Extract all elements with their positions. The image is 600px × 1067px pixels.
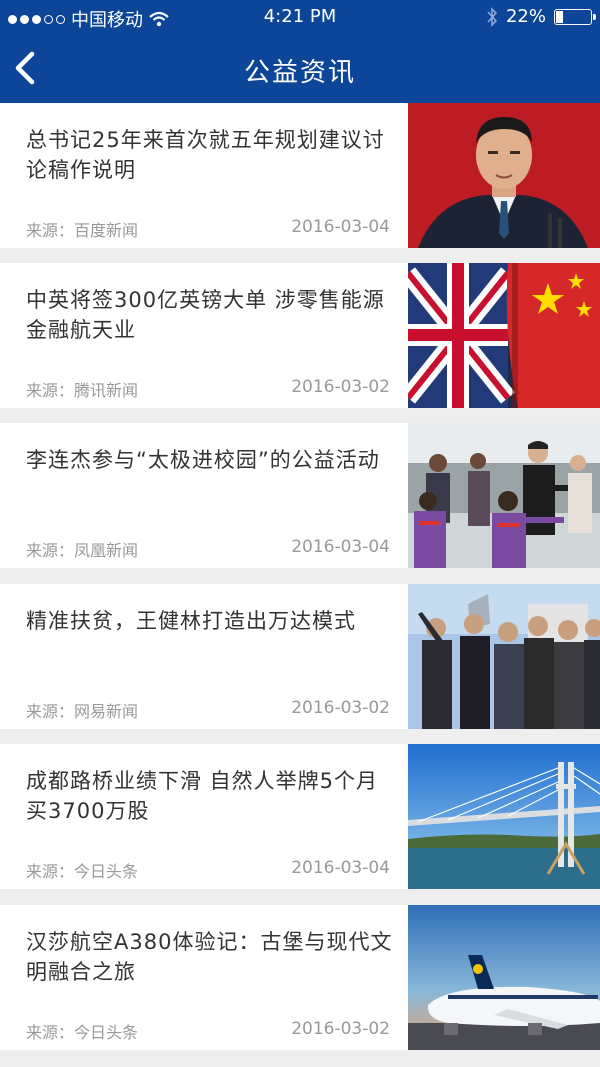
- news-title: 精准扶贫，王健林打造出万达模式: [26, 609, 356, 633]
- news-thumbnail-flags: [408, 263, 600, 408]
- news-source: 来源：今日头条: [26, 862, 139, 881]
- news-thumbnail-portrait: [408, 103, 600, 248]
- navigation-bar: 公益资讯: [0, 34, 600, 103]
- news-item[interactable]: 汉莎航空A380体验记：古堡与现代文明融合之旅 来源：今日头条 2016-03-…: [0, 905, 600, 1050]
- status-bar: 中国移动 4:21 PM 22%: [0, 0, 600, 34]
- news-thumbnail-airplane: [408, 905, 600, 1050]
- news-title: 汉莎航空A380体验记：古堡与现代文明融合之旅: [26, 930, 393, 984]
- news-title: 李连杰参与“太极进校园”的公益活动: [26, 448, 380, 472]
- news-item[interactable]: 成都路桥业绩下滑 自然人举牌5个月买3700万股 来源：今日头条 2016-03…: [0, 744, 600, 889]
- news-item[interactable]: 中英将签300亿英镑大单 涉零售能源金融航天业 来源：腾讯新闻 2016-03-…: [0, 263, 600, 408]
- news-source: 来源：腾讯新闻: [26, 381, 139, 400]
- page-title: 公益资讯: [243, 58, 356, 88]
- news-date: 2016-03-04: [291, 217, 390, 237]
- app-header: 中国移动 4:21 PM 22% 公益资讯: [0, 0, 600, 103]
- news-title: 中英将签300亿英镑大单 涉零售能源金融航天业: [26, 288, 385, 342]
- news-item[interactable]: 精准扶贫，王健林打造出万达模式 来源：网易新闻 2016-03-02: [0, 584, 600, 729]
- news-date: 2016-03-02: [291, 698, 390, 718]
- news-title: 成都路桥业绩下滑 自然人举牌5个月买3700万股: [26, 769, 379, 823]
- news-date: 2016-03-04: [291, 858, 390, 878]
- news-source: 来源：网易新闻: [26, 702, 139, 721]
- news-title: 总书记25年来首次就五年规划建议讨论稿作说明: [26, 128, 385, 182]
- news-thumbnail-taichi: [408, 423, 600, 568]
- news-source: 来源：百度新闻: [26, 221, 139, 240]
- bluetooth-icon: [487, 6, 498, 27]
- news-date: 2016-03-02: [291, 377, 390, 397]
- news-thumbnail-group: [408, 584, 600, 729]
- battery-icon: [554, 8, 596, 25]
- news-thumbnail-bridge: [408, 744, 600, 889]
- news-item[interactable]: 总书记25年来首次就五年规划建议讨论稿作说明 来源：百度新闻 2016-03-0…: [0, 103, 600, 248]
- news-source: 来源：今日头条: [26, 1023, 139, 1042]
- news-date: 2016-03-02: [291, 1019, 390, 1039]
- news-source: 来源：凤凰新闻: [26, 541, 139, 560]
- news-date: 2016-03-04: [291, 537, 390, 557]
- battery-percent: 22%: [505, 6, 546, 27]
- news-item[interactable]: 李连杰参与“太极进校园”的公益活动 来源：凤凰新闻 2016-03-04: [0, 423, 600, 568]
